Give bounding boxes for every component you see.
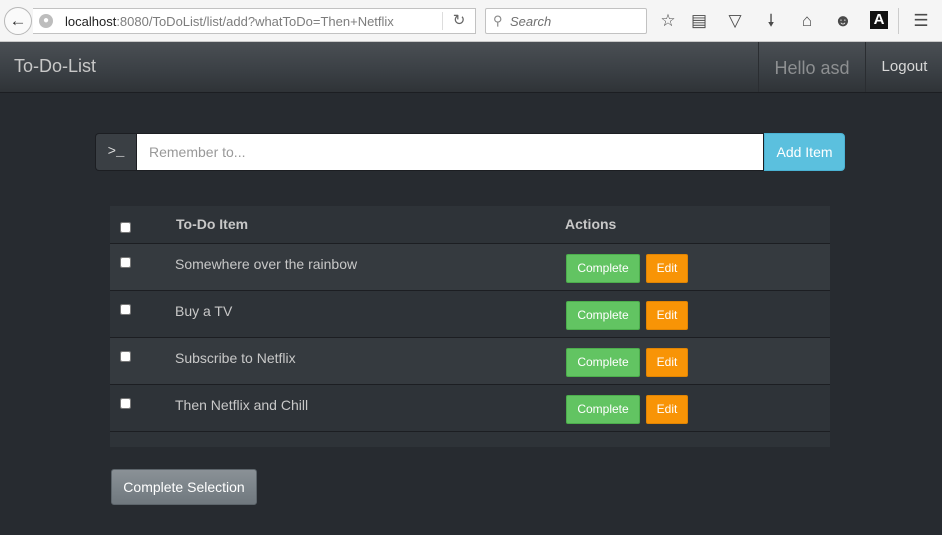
todo-item-text: Subscribe to Netflix (175, 350, 296, 366)
add-item-button[interactable]: Add Item (764, 133, 845, 171)
logout-link[interactable]: Logout (865, 42, 942, 92)
smiley-icon[interactable]: ☻ (832, 10, 854, 32)
search-input[interactable] (510, 11, 640, 31)
star-icon[interactable]: ☆ (657, 10, 679, 32)
header-todo-item: To-Do Item (176, 216, 249, 232)
toolbar-divider (898, 8, 899, 34)
url-bar[interactable]: ● localhost:8080/ToDoList/list/add?whatT… (33, 8, 476, 34)
complete-button[interactable]: Complete (566, 395, 640, 424)
greeting-text: Hello asd (758, 42, 865, 92)
hamburger-menu-icon[interactable]: ☰ (910, 10, 932, 32)
table-header: To-Do Item Actions (110, 206, 830, 244)
edit-button[interactable]: Edit (646, 254, 688, 283)
todo-table: To-Do Item Actions Somewhere over the ra… (110, 206, 830, 447)
globe-icon: ● (39, 14, 53, 28)
complete-button[interactable]: Complete (566, 348, 640, 377)
url-path: :8080/ToDoList/list/add?whatToDo=Then+Ne… (116, 14, 394, 29)
row-checkbox[interactable] (120, 257, 131, 268)
todo-item-text: Then Netflix and Chill (175, 397, 309, 413)
complete-button[interactable]: Complete (566, 301, 640, 330)
url-divider (442, 12, 443, 30)
app-navbar: To-Do-List Hello asd Logout (0, 42, 942, 93)
table-row: Somewhere over the rainbow Complete Edit (110, 244, 830, 291)
url-host: localhost (65, 14, 117, 29)
row-checkbox[interactable] (120, 304, 131, 315)
brand-link[interactable]: To-Do-List (14, 56, 96, 77)
download-icon[interactable]: 🠗 (760, 10, 782, 32)
search-icon: ⚲ (493, 13, 503, 28)
row-checkbox[interactable] (120, 398, 131, 409)
edit-button[interactable]: Edit (646, 348, 688, 377)
pocket-icon[interactable]: ▽ (724, 10, 746, 32)
reload-icon[interactable]: ↻ (450, 12, 468, 30)
terminal-prompt-icon: >_ (95, 133, 136, 171)
new-item-input[interactable] (136, 133, 764, 171)
header-actions: Actions (565, 216, 617, 232)
a-letter-icon[interactable]: A (870, 11, 888, 29)
todo-item-text: Somewhere over the rainbow (175, 256, 358, 272)
row-checkbox[interactable] (120, 351, 131, 362)
browser-toolbar: ← ● localhost:8080/ToDoList/list/add?wha… (0, 0, 942, 42)
edit-button[interactable]: Edit (646, 301, 688, 330)
select-all-checkbox[interactable] (120, 222, 131, 233)
home-icon[interactable]: ⌂ (796, 10, 818, 32)
back-arrow-icon[interactable]: ← (4, 7, 32, 35)
todo-item-text: Buy a TV (175, 303, 233, 319)
search-bar[interactable]: ⚲ (485, 8, 647, 34)
edit-button[interactable]: Edit (646, 395, 688, 424)
table-row: Buy a TV Complete Edit (110, 291, 830, 338)
complete-button[interactable]: Complete (566, 254, 640, 283)
complete-selection-button[interactable]: Complete Selection (111, 469, 257, 505)
table-row: Subscribe to Netflix Complete Edit (110, 338, 830, 385)
table-row: Then Netflix and Chill Complete Edit (110, 385, 830, 432)
reading-list-icon[interactable]: ▤ (688, 10, 710, 32)
url-text[interactable]: localhost:8080/ToDoList/list/add?whatToD… (65, 14, 417, 30)
